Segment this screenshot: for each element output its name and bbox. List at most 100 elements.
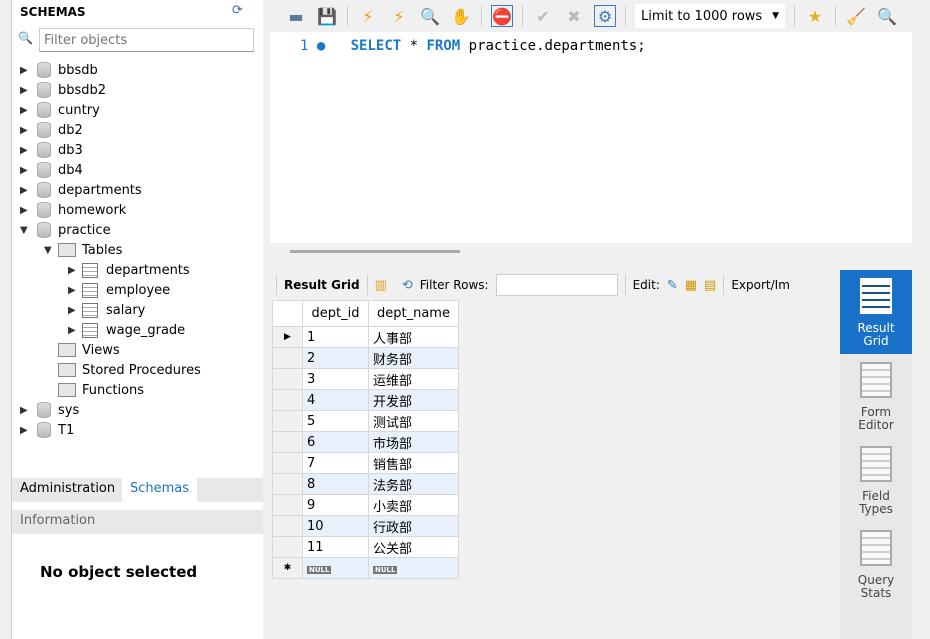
table-row[interactable]: 11 公关部 <box>272 536 459 558</box>
side-button-form-editor[interactable]: Form Editor <box>840 354 912 438</box>
expand-icon[interactable]: ▶ <box>68 305 82 316</box>
cell[interactable]: NULL <box>368 557 459 579</box>
table-row[interactable]: ▶ 1 人事部 <box>272 326 459 348</box>
row-header[interactable] <box>272 389 303 411</box>
toggle-columns-icon[interactable]: ▥ <box>375 278 387 293</box>
cell[interactable]: 5 <box>302 410 369 432</box>
tab-schemas[interactable]: Schemas <box>122 478 197 502</box>
table-wage_grade[interactable]: ▶ wage_grade <box>68 320 185 340</box>
expand-icon[interactable]: ▶ <box>20 125 34 136</box>
execute-current-icon[interactable]: ⚡ <box>388 5 410 27</box>
row-header[interactable]: ▶ <box>272 326 303 348</box>
cell[interactable]: 6 <box>302 431 369 453</box>
commit-icon[interactable]: ✔ <box>532 5 554 27</box>
expand-icon[interactable]: ▶ <box>20 65 34 76</box>
cell[interactable]: NULL <box>302 557 369 579</box>
refresh-icon[interactable]: ⟳ <box>232 3 243 18</box>
expand-icon[interactable]: ▶ <box>68 285 82 296</box>
cell[interactable]: 行政部 <box>368 515 459 537</box>
table-row[interactable]: 4 开发部 <box>272 389 459 411</box>
expand-icon[interactable]: ▶ <box>20 105 34 116</box>
save-icon[interactable]: 💾 <box>316 5 338 27</box>
filter-rows-input[interactable] <box>495 274 618 296</box>
sql-line[interactable]: 1 ● SELECT * FROM practice.departments; <box>300 38 646 54</box>
table-row[interactable]: 8 法务部 <box>272 473 459 495</box>
table-row[interactable]: 2 财务部 <box>272 347 459 369</box>
row-header[interactable] <box>272 452 303 474</box>
side-button-query-stats[interactable]: Query Stats <box>840 522 912 606</box>
schema-db2[interactable]: ▶ db2 <box>20 120 83 140</box>
expand-icon[interactable]: ▶ <box>20 85 34 96</box>
collapse-icon[interactable]: ▼ <box>44 245 58 256</box>
beautify-icon[interactable]: 🧹 <box>845 5 867 27</box>
export-label[interactable]: Export/Im <box>731 278 790 292</box>
cell[interactable]: 10 <box>302 515 369 537</box>
cell[interactable]: 9 <box>302 494 369 516</box>
stop-icon[interactable]: ✋ <box>450 5 472 27</box>
edit-icon[interactable]: ✎ <box>667 278 678 293</box>
expand-icon[interactable]: ▶ <box>20 145 34 156</box>
vertical-scrollbar[interactable] <box>912 0 930 639</box>
tab-administration[interactable]: Administration <box>12 478 123 502</box>
row-header[interactable] <box>272 536 303 558</box>
expand-icon[interactable]: ▶ <box>68 265 82 276</box>
explain-icon[interactable]: 🔍 <box>419 5 441 27</box>
row-header[interactable] <box>272 368 303 390</box>
expand-icon[interactable]: ▶ <box>20 405 34 416</box>
add-snippet-icon[interactable]: ★ <box>804 5 826 27</box>
schema-practice[interactable]: ▼ practice <box>20 220 111 240</box>
row-header[interactable] <box>272 473 303 495</box>
row-header[interactable]: ✱ <box>272 557 303 579</box>
schema-db3[interactable]: ▶ db3 <box>20 140 83 160</box>
cell[interactable]: 运维部 <box>368 368 459 390</box>
expand-icon[interactable]: ▶ <box>20 205 34 216</box>
column-header[interactable]: dept_name <box>368 300 459 327</box>
functions-folder[interactable]: Functions <box>44 380 144 400</box>
table-row[interactable]: 9 小卖部 <box>272 494 459 516</box>
schema-sys[interactable]: ▶ sys <box>20 400 79 420</box>
column-header[interactable]: dept_id <box>302 300 369 327</box>
cell[interactable]: 4 <box>302 389 369 411</box>
open-folder-icon[interactable]: ▬ <box>285 5 307 27</box>
cell[interactable]: 市场部 <box>368 431 459 453</box>
result-grid-label[interactable]: Result Grid <box>284 278 360 292</box>
cell[interactable]: 3 <box>302 368 369 390</box>
side-button-result-grid[interactable]: Result Grid <box>840 270 912 354</box>
cell[interactable]: 7 <box>302 452 369 474</box>
table-row[interactable]: 5 测试部 <box>272 410 459 432</box>
cell[interactable]: 2 <box>302 347 369 369</box>
schema-homework[interactable]: ▶ homework <box>20 200 126 220</box>
tables-folder[interactable]: ▼ Tables <box>44 240 122 260</box>
row-header[interactable] <box>272 347 303 369</box>
refresh-icon[interactable]: ⟲ <box>402 278 413 293</box>
expand-icon[interactable]: ▶ <box>20 425 34 436</box>
expand-icon[interactable]: ▶ <box>20 165 34 176</box>
views-folder[interactable]: Views <box>44 340 120 360</box>
cell[interactable]: 销售部 <box>368 452 459 474</box>
row-header[interactable] <box>272 431 303 453</box>
schema-bbsdb[interactable]: ▶ bbsdb <box>20 60 98 80</box>
table-row[interactable]: 6 市场部 <box>272 431 459 453</box>
horizontal-scrollbar[interactable] <box>290 250 460 253</box>
table-departments[interactable]: ▶ departments <box>68 260 190 280</box>
rollback-icon[interactable]: ✖ <box>563 5 585 27</box>
cell[interactable]: 8 <box>302 473 369 495</box>
cell[interactable]: 1 <box>302 326 369 348</box>
add-row-icon[interactable]: ▦ <box>685 278 697 293</box>
cell[interactable]: 11 <box>302 536 369 558</box>
execute-icon[interactable]: ⚡ <box>357 5 379 27</box>
table-row[interactable]: 3 运维部 <box>272 368 459 390</box>
cell[interactable]: 测试部 <box>368 410 459 432</box>
cell[interactable]: 公关部 <box>368 536 459 558</box>
sql-editor[interactable] <box>270 0 912 243</box>
table-row[interactable]: 10 行政部 <box>272 515 459 537</box>
row-header[interactable] <box>272 410 303 432</box>
find-icon[interactable]: 🔍 <box>876 5 898 27</box>
schema-cuntry[interactable]: ▶ cuntry <box>20 100 100 120</box>
schema-bbsdb2[interactable]: ▶ bbsdb2 <box>20 80 106 100</box>
filter-objects-input[interactable] <box>39 28 254 52</box>
table-salary[interactable]: ▶ salary <box>68 300 145 320</box>
expand-icon[interactable]: ▶ <box>20 185 34 196</box>
row-header[interactable] <box>272 494 303 516</box>
schema-db4[interactable]: ▶ db4 <box>20 160 83 180</box>
